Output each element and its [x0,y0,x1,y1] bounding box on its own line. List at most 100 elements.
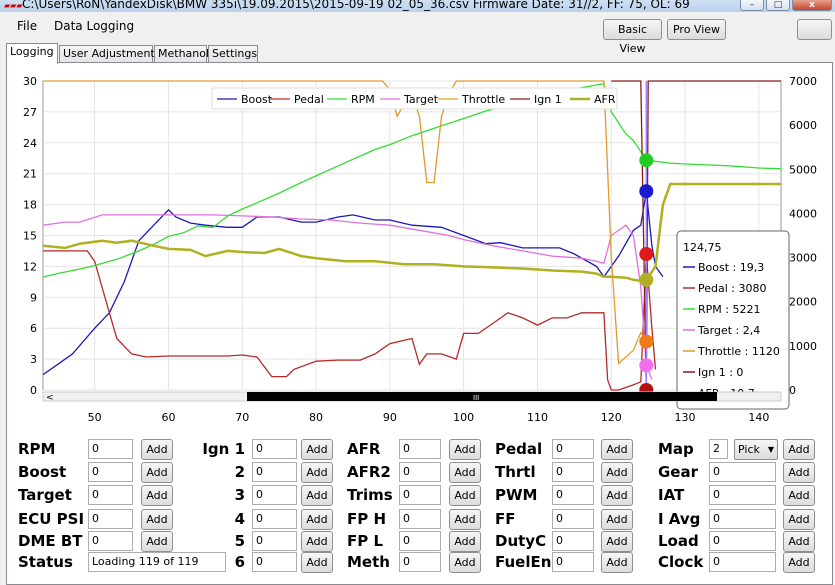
add-button-pedal[interactable]: Add [601,439,633,460]
add-button-clock[interactable]: Add [783,552,815,573]
window-title: C:\Users\RoN\YandexDisk\BMW 335i\19.09.2… [22,0,690,11]
add-button-ecu-psi[interactable]: Add [141,509,173,530]
field-label-map: Map [658,440,694,458]
field-label-2: 2 [234,463,245,481]
add-button-ign-1[interactable]: Add [301,439,333,460]
field-input-pedal[interactable]: 0 [552,439,594,459]
menu-file[interactable]: File [17,19,37,33]
add-button-2[interactable]: Add [301,462,333,483]
field-label-pedal: Pedal [495,440,543,458]
field-input-dutyc[interactable]: 0 [552,531,594,551]
field-input-4[interactable]: 0 [252,509,297,529]
cursor-marker [639,153,654,168]
add-button-dutyc[interactable]: Add [601,531,633,552]
field-input-clock[interactable]: 0 [709,552,776,572]
add-button-iat[interactable]: Add [783,485,815,506]
y-right-tick-label: 6000 [789,119,817,132]
field-input-trims[interactable]: 0 [399,485,441,505]
add-button-target[interactable]: Add [141,485,173,506]
legend-label: Pedal [294,93,324,106]
maximize-button[interactable]: □ [766,0,790,11]
y-left-tick-label: 6 [30,322,37,335]
field-input-target[interactable]: 0 [88,485,133,505]
add-button-trims[interactable]: Add [449,485,481,506]
menu-data-logging[interactable]: Data Logging [54,19,134,33]
add-button-i-avg[interactable]: Add [783,509,815,530]
field-input-fuelen[interactable]: 0 [552,552,594,572]
field-input-ign-1[interactable]: 0 [252,439,297,459]
tooltip-line: Pedal : 3080 [698,282,766,295]
tab-settings[interactable]: Settings [208,45,258,63]
field-input-thrtl[interactable]: 0 [552,462,594,482]
add-button-fp-l[interactable]: Add [449,531,481,552]
app-icon: ▰▰▰ [4,1,23,10]
field-input-gear[interactable]: 0 [709,462,776,482]
add-button-map[interactable]: Add [783,439,815,460]
add-button-dme-bt[interactable]: Add [141,531,173,552]
pro-view-button[interactable]: Pro View [667,19,726,40]
field-input-i-avg[interactable]: 0 [709,509,776,529]
field-input-2[interactable]: 0 [252,462,297,482]
field-input-3[interactable]: 0 [252,485,297,505]
add-button-5[interactable]: Add [301,531,333,552]
add-button-afr[interactable]: Add [449,439,481,460]
scrollbar-left-arrow: < [46,393,54,403]
x-tick-label: 60 [161,411,175,423]
field-label-pwm: PWM [495,486,538,504]
menu-bar: File Data Logging [0,14,600,38]
map-pick-select[interactable]: Pick ▼ [734,439,778,460]
add-button-4[interactable]: Add [301,509,333,530]
field-input-boost[interactable]: 0 [88,462,133,482]
field-input-ff[interactable]: 0 [552,509,594,529]
field-input-map[interactable]: 2 [709,439,728,459]
y-left-tick-label: 3 [30,353,37,366]
field-input-iat[interactable]: 0 [709,485,776,505]
blank-button[interactable] [797,19,832,40]
add-button-3[interactable]: Add [301,485,333,506]
add-button-6[interactable]: Add [301,552,333,573]
add-button-gear[interactable]: Add [783,462,815,483]
field-input-ecu-psi[interactable]: 0 [88,509,133,529]
field-input-rpm[interactable]: 0 [88,439,133,459]
status-field: Loading 119 of 119 [88,552,226,572]
x-tick-label: 110 [527,411,548,423]
field-input-afr2[interactable]: 0 [399,462,441,482]
add-button-fp-h[interactable]: Add [449,509,481,530]
field-input-pwm[interactable]: 0 [552,485,594,505]
add-button-pwm[interactable]: Add [601,485,633,506]
add-button-ff[interactable]: Add [601,509,633,530]
add-button-rpm[interactable]: Add [141,439,173,460]
field-input-fp-h[interactable]: 0 [399,509,441,529]
field-input-load[interactable]: 0 [709,531,776,551]
add-button-thrtl[interactable]: Add [601,462,633,483]
field-input-dme-bt[interactable]: 0 [88,531,133,551]
x-tick-label: 80 [309,411,323,423]
minimize-button[interactable]: – [740,0,764,11]
field-label-afr2: AFR2 [347,463,391,481]
field-input-5[interactable]: 0 [252,531,297,551]
add-button-meth[interactable]: Add [449,552,481,573]
field-label-dutyc: DutyC [495,532,547,550]
tab-methanol[interactable]: Methanol [154,45,209,63]
y-left-tick-label: 9 [30,291,37,304]
add-button-load[interactable]: Add [783,531,815,552]
field-input-6[interactable]: 0 [252,552,297,572]
scrollbar-grip: III [473,394,479,402]
field-input-afr[interactable]: 0 [399,439,441,459]
basic-view-button[interactable]: Basic View [603,19,662,55]
close-button[interactable]: x [792,0,832,11]
add-button-fuelen[interactable]: Add [601,552,633,573]
y-right-tick-label: 5000 [789,163,817,176]
logging-panel: 0 3 6 9 12 15 18 21 24 27 30 0 1000 2000 3000 4000 5000 6… [6,62,833,585]
log-chart[interactable]: 0 3 6 9 12 15 18 21 24 27 30 0 1000 2000 3000 4000 5000 6… [7,63,832,423]
add-button-boost[interactable]: Add [141,462,173,483]
field-label-clock: Clock [658,553,704,571]
tab-user-adjustment[interactable]: User Adjustment [59,45,155,63]
field-input-meth[interactable]: 0 [399,552,441,572]
field-input-fp-l[interactable]: 0 [399,531,441,551]
add-button-afr2[interactable]: Add [449,462,481,483]
legend-label: RPM [351,93,375,106]
field-label-afr: AFR [347,440,381,458]
y-right-tick-label: 4000 [789,207,817,220]
tab-logging[interactable]: Logging [6,43,58,64]
